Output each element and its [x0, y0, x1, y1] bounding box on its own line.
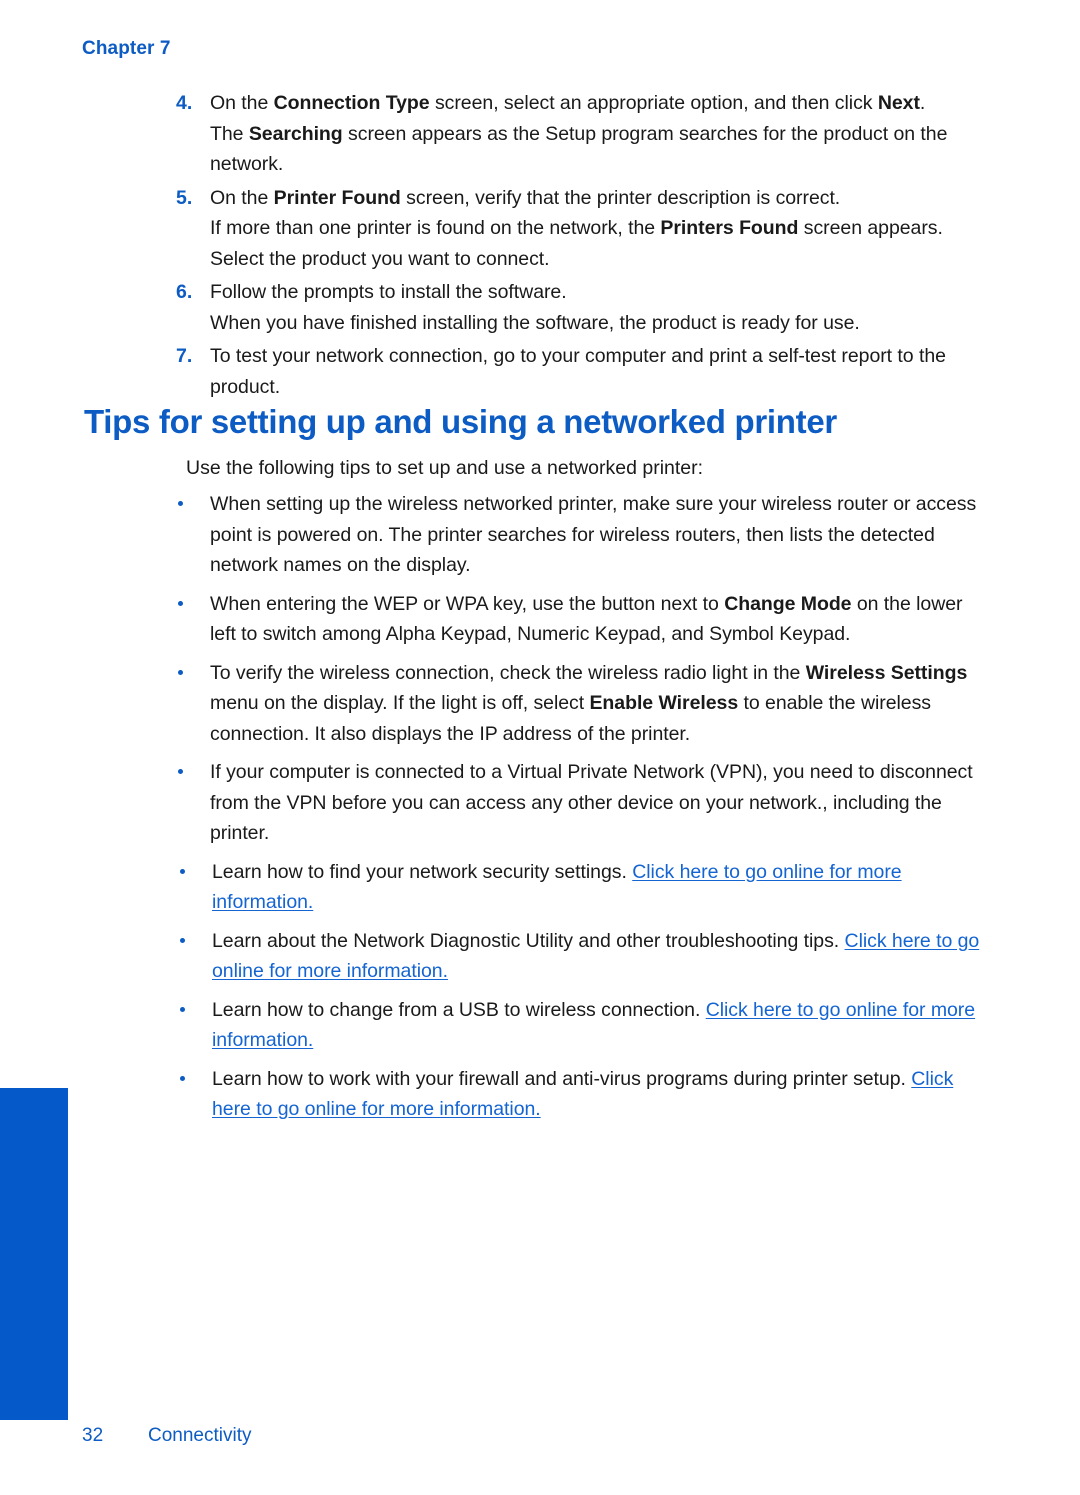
numbered-steps-list: 4. On the Connection Type screen, select … [0, 88, 1080, 402]
step-paragraph: Follow the prompts to install the softwa… [210, 277, 985, 308]
tip-paragraph: Learn how to change from a USB to wirele… [212, 995, 985, 1056]
step-body: To test your network connection, go to y… [210, 341, 985, 402]
tip-list-item: To verify the wireless connection, check… [0, 658, 1080, 750]
tip-list-item: Learn how to find your network security … [0, 857, 1080, 918]
section-intro-paragraph: Use the following tips to set up and use… [186, 457, 704, 479]
tip-body: When setting up the wireless networked p… [210, 489, 985, 581]
bullet-icon [180, 1075, 185, 1081]
body-text: To verify the wireless connection, check… [210, 661, 806, 684]
step-paragraph: On the Connection Type screen, select an… [210, 88, 985, 119]
step-paragraph: When you have finished installing the so… [210, 308, 985, 339]
bullet-icon [180, 1006, 185, 1012]
tip-list-item: Learn about the Network Diagnostic Utili… [0, 926, 1080, 987]
emphasis-text: Searching [248, 122, 343, 145]
step-number: 5. [176, 186, 193, 209]
body-text: . [919, 92, 926, 114]
footer-page-number: 32 [82, 1425, 104, 1446]
step-body: On the Printer Found screen, verify that… [210, 183, 985, 275]
body-text: Learn about the Network Diagnostic Utili… [212, 929, 845, 952]
emphasis-text: Enable Wireless [589, 692, 739, 714]
body-text: screen, verify that the printer descript… [400, 186, 841, 209]
tip-list-item: If your computer is connected to a Virtu… [0, 757, 1080, 849]
tip-body: When entering the WEP or WPA key, use th… [210, 589, 985, 650]
emphasis-text: Wireless Settings [805, 661, 968, 684]
numbered-step: 7. To test your network connection, go to… [0, 341, 1080, 402]
numbered-step: 6. Follow the prompts to install the soft… [0, 277, 1080, 338]
tip-list-item: When entering the WEP or WPA key, use th… [0, 589, 1080, 650]
chapter-label: Chapter 7 [82, 38, 171, 59]
tip-body: Learn about the Network Diagnostic Utili… [212, 926, 985, 987]
body-text: On the [210, 186, 274, 209]
tip-body: Learn how to find your network security … [212, 857, 985, 918]
numbered-step: 4. On the Connection Type screen, select … [0, 88, 1080, 180]
tip-body: If your computer is connected to a Virtu… [210, 757, 985, 849]
tip-paragraph: Learn how to find your network security … [212, 857, 985, 918]
page-title: Tips for setting up and using a networke… [84, 403, 837, 440]
body-text: Follow the prompts to install the softwa… [210, 281, 567, 303]
bullet-icon [180, 937, 185, 943]
footer-section-name: Connectivity [148, 1425, 252, 1446]
body-text: Learn how to work with your firewall and… [212, 1067, 912, 1090]
step-number: 7. [176, 345, 193, 367]
tip-paragraph: Learn about the Network Diagnostic Utili… [212, 926, 985, 987]
body-text: Learn how to find your network security … [212, 860, 633, 883]
tip-paragraph: Learn how to work with your firewall and… [212, 1064, 985, 1125]
emphasis-text: Next [877, 92, 920, 114]
step-number: 6. [176, 281, 193, 303]
step-paragraph: If more than one printer is found on the… [210, 213, 985, 274]
emphasis-text: Printers Found [660, 217, 799, 239]
tip-paragraph: If your computer is connected to a Virtu… [210, 757, 985, 849]
tip-paragraph: When entering the WEP or WPA key, use th… [210, 589, 985, 650]
tip-body: Learn how to work with your firewall and… [212, 1064, 985, 1125]
tip-paragraph: To verify the wireless connection, check… [210, 658, 985, 750]
tip-body: To verify the wireless connection, check… [210, 658, 985, 750]
step-body: On the Connection Type screen, select an… [210, 88, 985, 180]
body-text: menu on the display. If the light is off… [210, 692, 590, 714]
step-paragraph: The Searching screen appears as the Setu… [210, 119, 985, 180]
body-text: On the [210, 92, 274, 114]
step-number: 4. [176, 92, 193, 114]
document-page: Chapter 7 4. On the Connection Type scree… [0, 0, 1080, 1495]
tips-bullet-list: When setting up the wireless networked p… [0, 489, 1080, 1133]
numbered-step: 5. On the Printer Found screen, verify th… [0, 183, 1080, 275]
body-text: If your computer is connected to a Virtu… [210, 761, 973, 844]
tip-list-item: When setting up the wireless networked p… [0, 489, 1080, 581]
bullet-icon [178, 501, 183, 506]
step-paragraph: On the Printer Found screen, verify that… [210, 183, 985, 214]
bullet-icon [178, 769, 183, 774]
tip-list-item: Learn how to work with your firewall and… [0, 1064, 1080, 1125]
body-text: When you have finished installing the so… [210, 311, 860, 334]
body-text: Learn how to change from a USB to wirele… [212, 998, 706, 1021]
page-footer: 32 Connectivity [0, 1425, 1080, 1455]
emphasis-text: Change Mode [724, 592, 852, 615]
tip-paragraph: When setting up the wireless networked p… [210, 489, 985, 581]
tip-list-item: Learn how to change from a USB to wirele… [0, 995, 1080, 1056]
emphasis-text: Connection Type [273, 92, 430, 114]
body-text: When setting up the wireless networked p… [210, 493, 977, 576]
page-content: 4. On the Connection Type screen, select … [0, 88, 1080, 405]
body-text: The [210, 122, 249, 145]
bullet-icon [178, 669, 183, 675]
emphasis-text: Printer Found [273, 186, 401, 209]
bullet-icon [180, 868, 185, 874]
tip-body: Learn how to change from a USB to wirele… [212, 995, 985, 1056]
body-text: When entering the WEP or WPA key, use th… [210, 592, 725, 615]
body-text: screen, select an appropriate option, an… [429, 92, 878, 114]
step-paragraph: To test your network connection, go to y… [210, 341, 985, 402]
body-text: To test your network connection, go to y… [210, 345, 946, 398]
bullet-icon [178, 600, 183, 606]
side-tab: Connectivity [0, 1088, 68, 1420]
body-text: If more than one printer is found on the… [210, 217, 661, 239]
step-body: Follow the prompts to install the softwa… [210, 277, 985, 338]
